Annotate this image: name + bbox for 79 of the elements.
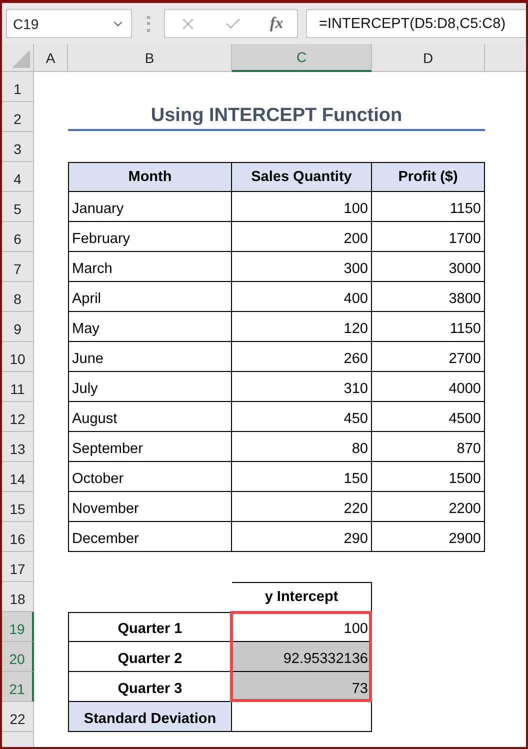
table-cell: Quarter 1 — [68, 612, 232, 642]
row-header[interactable]: 13 — [2, 432, 34, 462]
table-cell: 400 — [232, 282, 372, 312]
table-cell: 100 — [232, 192, 372, 222]
table-cell: July — [68, 372, 232, 402]
table-cell: Quarter 3 — [68, 672, 232, 702]
row-header[interactable]: 1 — [2, 72, 34, 102]
name-box[interactable]: C19 — [6, 9, 132, 38]
table-cell: August — [68, 402, 232, 432]
table-header-cell: Sales Quantity — [232, 162, 372, 192]
table-cell: November — [68, 492, 232, 522]
row-header[interactable]: 22 — [2, 702, 34, 732]
table-cell: March — [68, 252, 232, 282]
row-header[interactable]: 19 — [2, 612, 34, 642]
row-header[interactable]: 16 — [2, 522, 34, 552]
table-cell: 220 — [232, 492, 372, 522]
table-cell: 300 — [232, 252, 372, 282]
table-cell: 3800 — [372, 282, 485, 312]
table-cell: 310 — [232, 372, 372, 402]
table-cell: 1150 — [372, 192, 485, 222]
row-header[interactable]: 17 — [2, 552, 34, 582]
row-header[interactable]: 10 — [2, 342, 34, 372]
table-cell: 120 — [232, 312, 372, 342]
row-header[interactable]: 2 — [2, 102, 34, 132]
row-header[interactable]: 14 — [2, 462, 34, 492]
table-cell: 150 — [232, 462, 372, 492]
table-cell: 4500 — [372, 402, 485, 432]
row-header[interactable]: 21 — [2, 672, 34, 702]
table-cell: 1150 — [372, 312, 485, 342]
table-cell: 260 — [232, 342, 372, 372]
row-header[interactable]: 5 — [2, 192, 34, 222]
grip-icon — [146, 16, 150, 32]
table-cell: 2200 — [372, 492, 485, 522]
table-header-cell: Month — [68, 162, 232, 192]
row-header[interactable]: 12 — [2, 402, 34, 432]
table-cell: December — [68, 522, 232, 552]
column-header[interactable]: D — [372, 44, 485, 72]
row-header[interactable]: 15 — [2, 492, 34, 522]
row-header[interactable]: 9 — [2, 312, 34, 342]
row-header[interactable]: 18 — [2, 582, 34, 612]
table-cell: 290 — [232, 522, 372, 552]
row-header[interactable]: 3 — [2, 132, 34, 162]
table-cell: January — [68, 192, 232, 222]
row-header[interactable]: 8 — [2, 282, 34, 312]
table-cell: February — [68, 222, 232, 252]
table-header-cell: y Intercept — [232, 582, 372, 612]
column-header[interactable]: A — [34, 44, 68, 72]
sheet-title: Using INTERCEPT Function — [68, 102, 485, 131]
table-cell: Standard Deviation — [68, 702, 232, 732]
row-header[interactable]: 11 — [2, 372, 34, 402]
table-cell: 2700 — [372, 342, 485, 372]
formula-field[interactable]: =INTERCEPT(D5:D8,C5:C8) — [306, 9, 526, 38]
column-header[interactable]: C — [232, 44, 372, 72]
table-cell: 2900 — [372, 522, 485, 552]
table-cell: September — [68, 432, 232, 462]
row-header[interactable]: 4 — [2, 162, 34, 192]
select-all-icon[interactable] — [12, 50, 30, 68]
table-cell: Quarter 2 — [68, 642, 232, 672]
column-header[interactable]: B — [68, 44, 232, 72]
table-header-cell: Profit ($) — [372, 162, 485, 192]
row-header[interactable]: 20 — [2, 642, 34, 672]
insert-function-button[interactable]: fx — [270, 14, 284, 32]
table-cell: 200 — [232, 222, 372, 252]
table-cell: October — [68, 462, 232, 492]
table-cell: 870 — [372, 432, 485, 462]
row-header[interactable]: 6 — [2, 222, 34, 252]
row-header-bar — [2, 732, 34, 747]
table-cell: 92.95332136 — [232, 642, 372, 672]
table-cell: June — [68, 342, 232, 372]
table-cell: 80 — [232, 432, 372, 462]
select-all-corner[interactable] — [2, 44, 34, 72]
table-cell: 450 — [232, 402, 372, 432]
table-cell: 3000 — [372, 252, 485, 282]
row-header[interactable]: 7 — [2, 252, 34, 282]
table-cell: 1700 — [372, 222, 485, 252]
table-cell: 1500 — [372, 462, 485, 492]
table-cell: 4000 — [372, 372, 485, 402]
table-cell: April — [68, 282, 232, 312]
table-cell: May — [68, 312, 232, 342]
